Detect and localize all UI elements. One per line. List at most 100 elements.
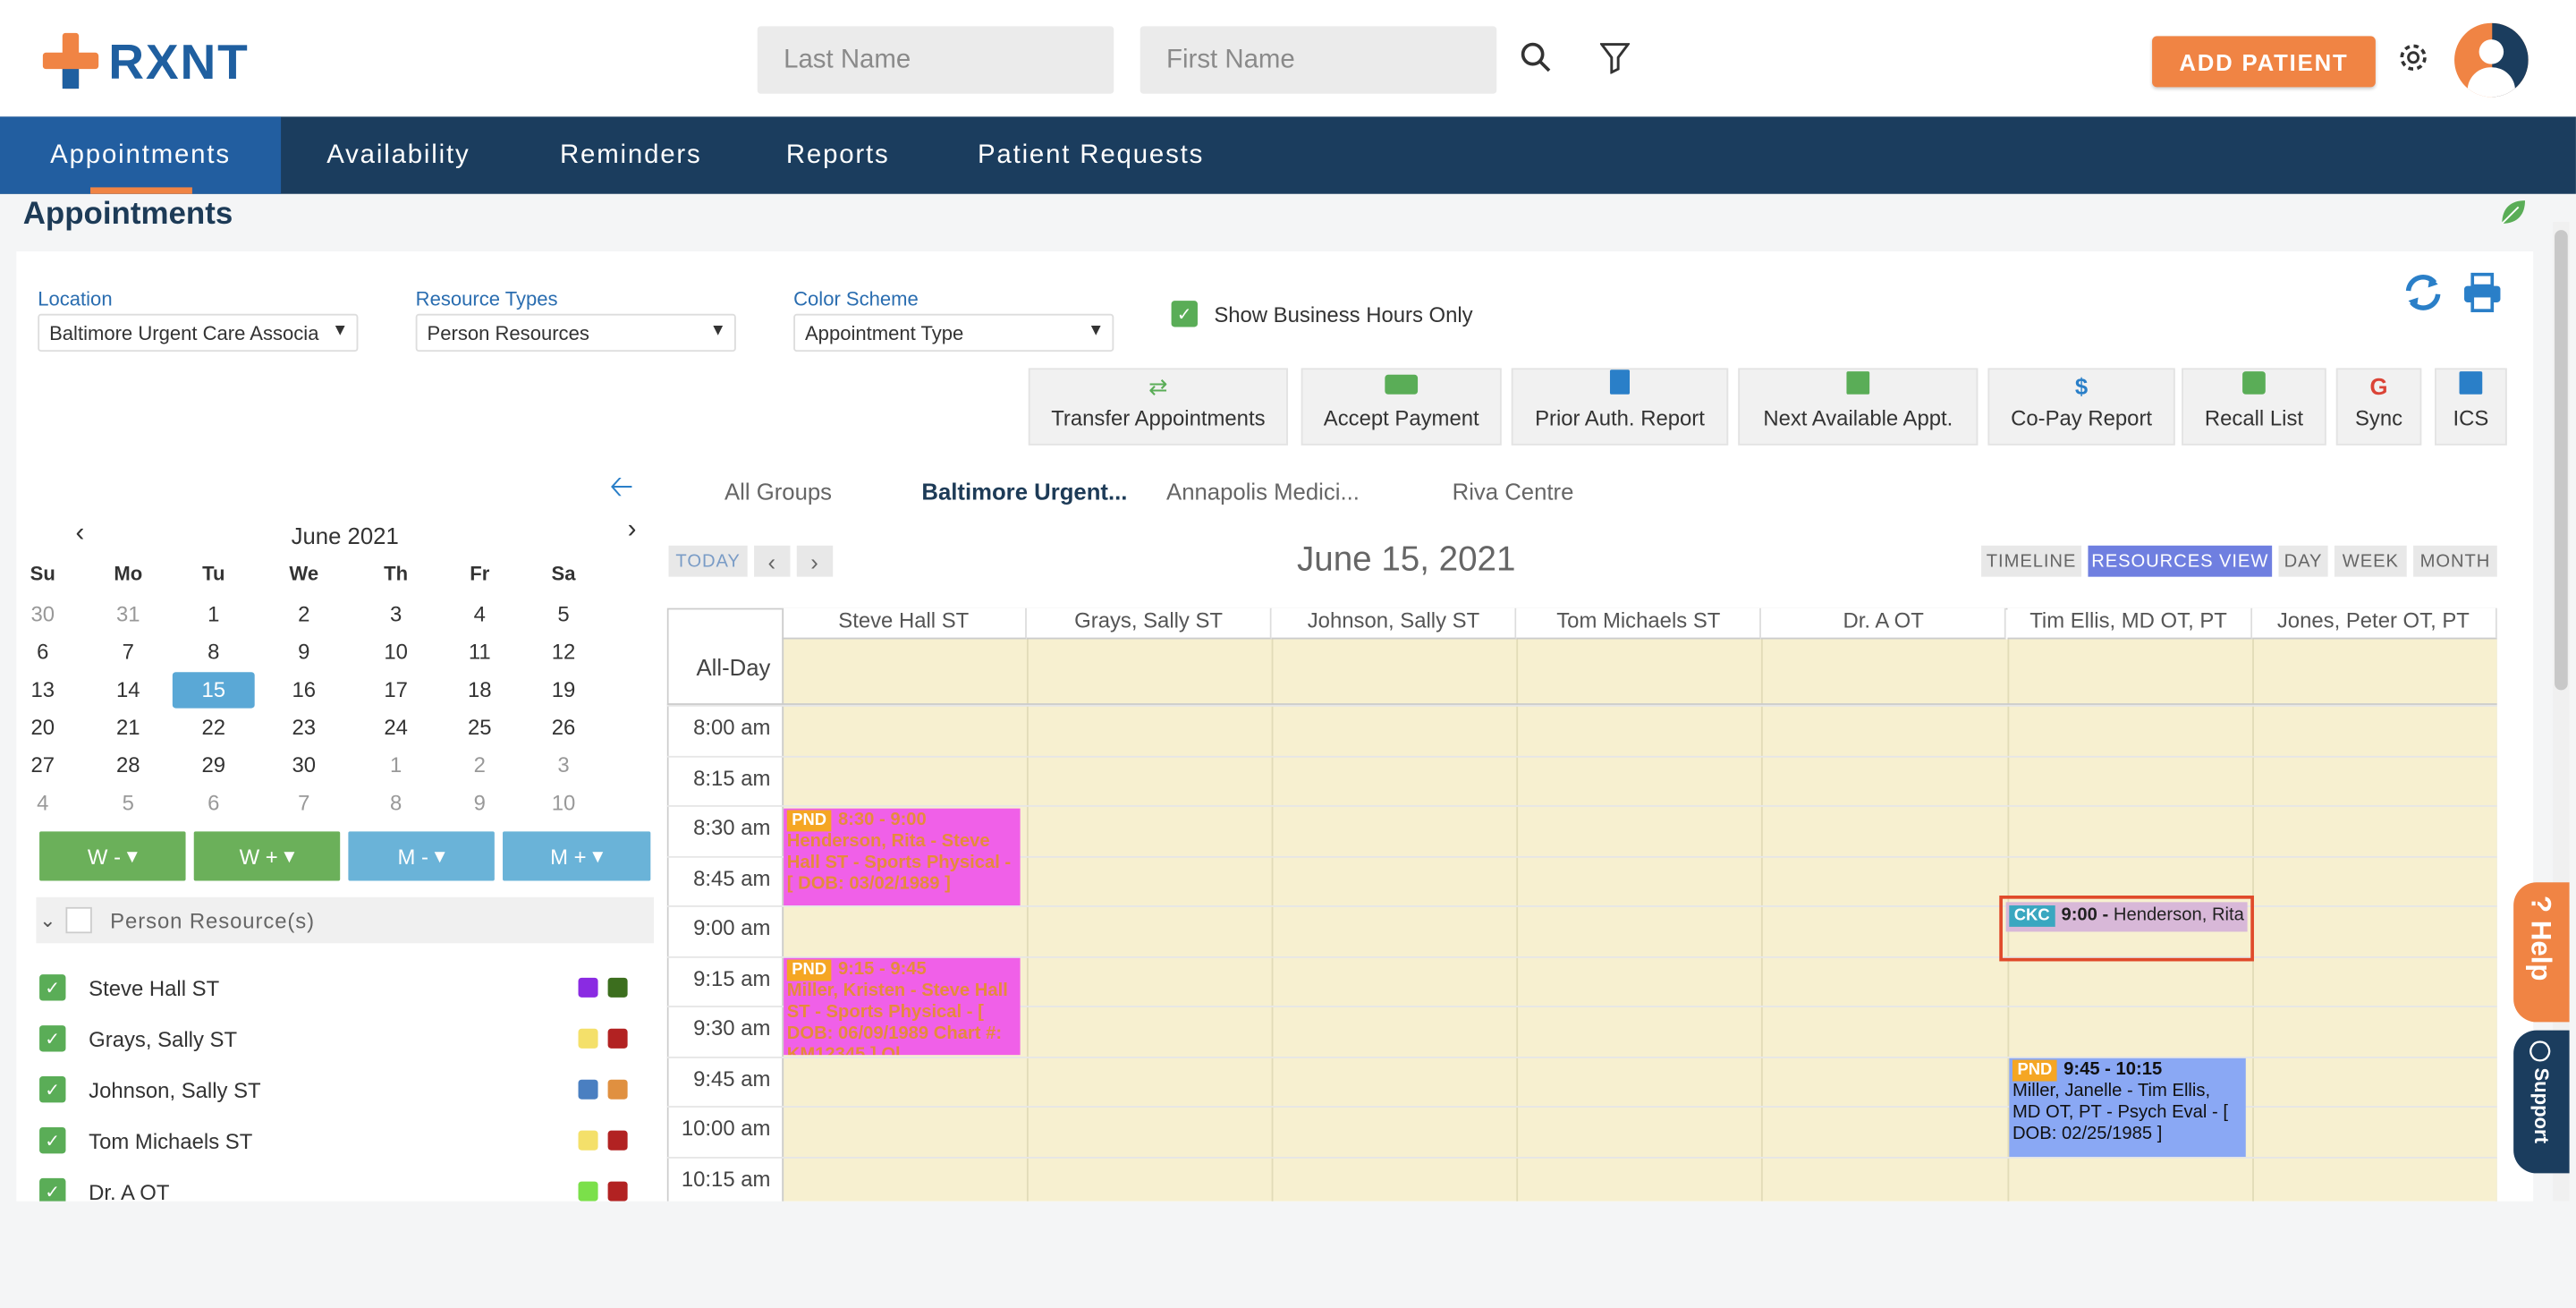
calendar-day[interactable]: 30: [263, 748, 345, 784]
help-tab[interactable]: ? Help: [2513, 882, 2570, 1023]
scrollbar-thumb[interactable]: [2555, 230, 2568, 691]
resource-row[interactable]: ✓ Dr. A OT: [39, 1173, 631, 1202]
next-available-appt-button[interactable]: Next Available Appt.: [1738, 368, 1979, 446]
calendar-day[interactable]: 12: [522, 634, 605, 670]
calendar-day[interactable]: 4: [2, 786, 84, 821]
appointment-henderson-rita-steve[interactable]: PND 8:30 - 9:00 Henderson, Rita - Steve Ha…: [784, 808, 1021, 906]
filter-icon[interactable]: [1597, 39, 1632, 75]
add-patient-button[interactable]: ADD PATIENT: [2152, 36, 2376, 88]
calendar-day[interactable]: 20: [2, 709, 84, 745]
recall-list-button[interactable]: Recall List: [2182, 368, 2326, 446]
calendar-day[interactable]: 13: [2, 672, 84, 708]
calendar-day[interactable]: 5: [87, 786, 169, 821]
calendar-day[interactable]: 28: [87, 748, 169, 784]
appointment-highlight-box[interactable]: CKC 9:00 - Henderson, Rita: [1999, 896, 2254, 962]
gear-icon[interactable]: [2395, 39, 2431, 75]
calendar-day[interactable]: 22: [173, 709, 255, 745]
rxnt-logo-icon[interactable]: [42, 32, 102, 92]
prev-day-chevron-icon[interactable]: ‹: [754, 545, 791, 577]
calendar-day[interactable]: 9: [263, 634, 345, 670]
view-timeline[interactable]: TIMELINE: [1981, 545, 2082, 577]
group-tab-annapolis[interactable]: Annapolis Medici...: [1166, 478, 1360, 504]
resource-color-swatch[interactable]: [607, 1079, 628, 1100]
search-icon[interactable]: [1518, 39, 1554, 75]
print-icon[interactable]: [2461, 271, 2504, 314]
arrow-left-icon[interactable]: 🡠: [609, 467, 633, 516]
view-resources[interactable]: RESOURCES VIEW: [2088, 545, 2273, 577]
business-hours-checkbox[interactable]: ✓: [1171, 301, 1198, 327]
calendar-day[interactable]: 1: [355, 748, 437, 784]
resource-group-header[interactable]: ⌄ Person Resource(s): [36, 896, 655, 944]
calendar-day[interactable]: 16: [263, 672, 345, 708]
calendar-day[interactable]: 8: [355, 786, 437, 821]
calendar-day[interactable]: 5: [522, 597, 605, 633]
calendar-day[interactable]: 11: [438, 634, 521, 670]
color-scheme-select[interactable]: Appointment Type ▼: [793, 313, 1114, 352]
resource-color-swatch[interactable]: [607, 1181, 628, 1202]
calendar-day[interactable]: 3: [522, 748, 605, 784]
calendar-day[interactable]: 2: [263, 597, 345, 633]
calendar-day[interactable]: 21: [87, 709, 169, 745]
support-tab[interactable]: ◯ Support: [2513, 1030, 2570, 1174]
calendar-day[interactable]: 29: [173, 748, 255, 784]
calendar-day[interactable]: 6: [2, 634, 84, 670]
appointment-miller-janelle[interactable]: PND 9:45 - 10:15 Miller, Janelle - Tim Ell…: [2009, 1057, 2246, 1158]
resource-group-checkbox[interactable]: [65, 906, 92, 934]
calendar-day[interactable]: 24: [355, 709, 437, 745]
today-button[interactable]: TODAY: [668, 545, 748, 577]
accept-payment-button[interactable]: Accept Payment: [1301, 368, 1502, 446]
calendar-day[interactable]: 30: [2, 597, 84, 633]
chevron-down-icon[interactable]: ⌄: [39, 909, 55, 932]
calendar-day[interactable]: 31: [87, 597, 169, 633]
calendar-day[interactable]: 10: [522, 786, 605, 821]
resource-row[interactable]: ✓ Tom Michaels ST: [39, 1122, 631, 1158]
calendar-day[interactable]: 27: [2, 748, 84, 784]
prior-auth-report-button[interactable]: Prior Auth. Report: [1511, 368, 1729, 446]
calendar-day[interactable]: 23: [263, 709, 345, 745]
resource-row[interactable]: ✓ Johnson, Sally ST: [39, 1072, 631, 1108]
view-day[interactable]: DAY: [2278, 545, 2328, 577]
calendar-day[interactable]: 3: [355, 597, 437, 633]
calendar-day[interactable]: 25: [438, 709, 521, 745]
calendar-day[interactable]: 7: [263, 786, 345, 821]
nav-availability[interactable]: Availability: [281, 116, 516, 193]
location-select[interactable]: Baltimore Urgent Care Associa ▼: [38, 313, 359, 352]
appointment-miller-kristen[interactable]: PND 9:15 - 9:45 Miller, Kristen - Steve Ha…: [784, 957, 1021, 1056]
resource-color-swatch[interactable]: [578, 1079, 598, 1100]
resource-row[interactable]: ✓ Steve Hall ST: [39, 970, 631, 1006]
calendar-day-selected[interactable]: 15: [172, 672, 255, 709]
appointment-henderson-rita-tim[interactable]: CKC 9:00 - Henderson, Rita: [2005, 902, 2248, 932]
co-pay-report-button[interactable]: $ Co-Pay Report: [1987, 368, 2175, 446]
next-day-chevron-icon[interactable]: ›: [796, 545, 834, 577]
calendar-day[interactable]: 14: [87, 672, 169, 708]
calendar-day[interactable]: 26: [522, 709, 605, 745]
calendar-day[interactable]: 7: [87, 634, 169, 670]
transfer-appointments-button[interactable]: ⇄ Transfer Appointments: [1028, 368, 1288, 446]
resource-color-swatch[interactable]: [578, 1028, 598, 1049]
resource-types-select[interactable]: Person Resources ▼: [415, 313, 736, 352]
calendar-day[interactable]: 1: [173, 597, 255, 633]
prev-month-chevron-icon[interactable]: ‹: [75, 519, 84, 548]
resource-color-swatch[interactable]: [578, 1181, 598, 1202]
resource-color-swatch[interactable]: [607, 1028, 628, 1049]
user-avatar[interactable]: [2454, 22, 2529, 98]
resource-color-swatch[interactable]: [578, 1130, 598, 1151]
month-plus-button[interactable]: M + ▾: [503, 831, 651, 881]
resource-checkbox[interactable]: ✓: [39, 974, 66, 1001]
calendar-day[interactable]: 17: [355, 672, 437, 708]
calendar-day[interactable]: 4: [438, 597, 521, 633]
resource-checkbox[interactable]: ✓: [39, 1076, 66, 1103]
nav-patient-requests[interactable]: Patient Requests: [930, 116, 1252, 193]
resource-checkbox[interactable]: ✓: [39, 1177, 66, 1202]
resource-checkbox[interactable]: ✓: [39, 1126, 66, 1154]
resource-row[interactable]: ✓ Grays, Sally ST: [39, 1021, 631, 1057]
calendar-day[interactable]: 8: [173, 634, 255, 670]
nav-reminders[interactable]: Reminders: [516, 116, 746, 193]
calendar-day[interactable]: 10: [355, 634, 437, 670]
google-sync-button[interactable]: G Sync: [2335, 368, 2422, 446]
next-month-chevron-icon[interactable]: ›: [628, 516, 637, 546]
resource-color-swatch[interactable]: [607, 1130, 628, 1151]
calendar-day[interactable]: 6: [173, 786, 255, 821]
group-tab-baltimore[interactable]: Baltimore Urgent...: [921, 478, 1127, 504]
calendar-day[interactable]: 2: [438, 748, 521, 784]
